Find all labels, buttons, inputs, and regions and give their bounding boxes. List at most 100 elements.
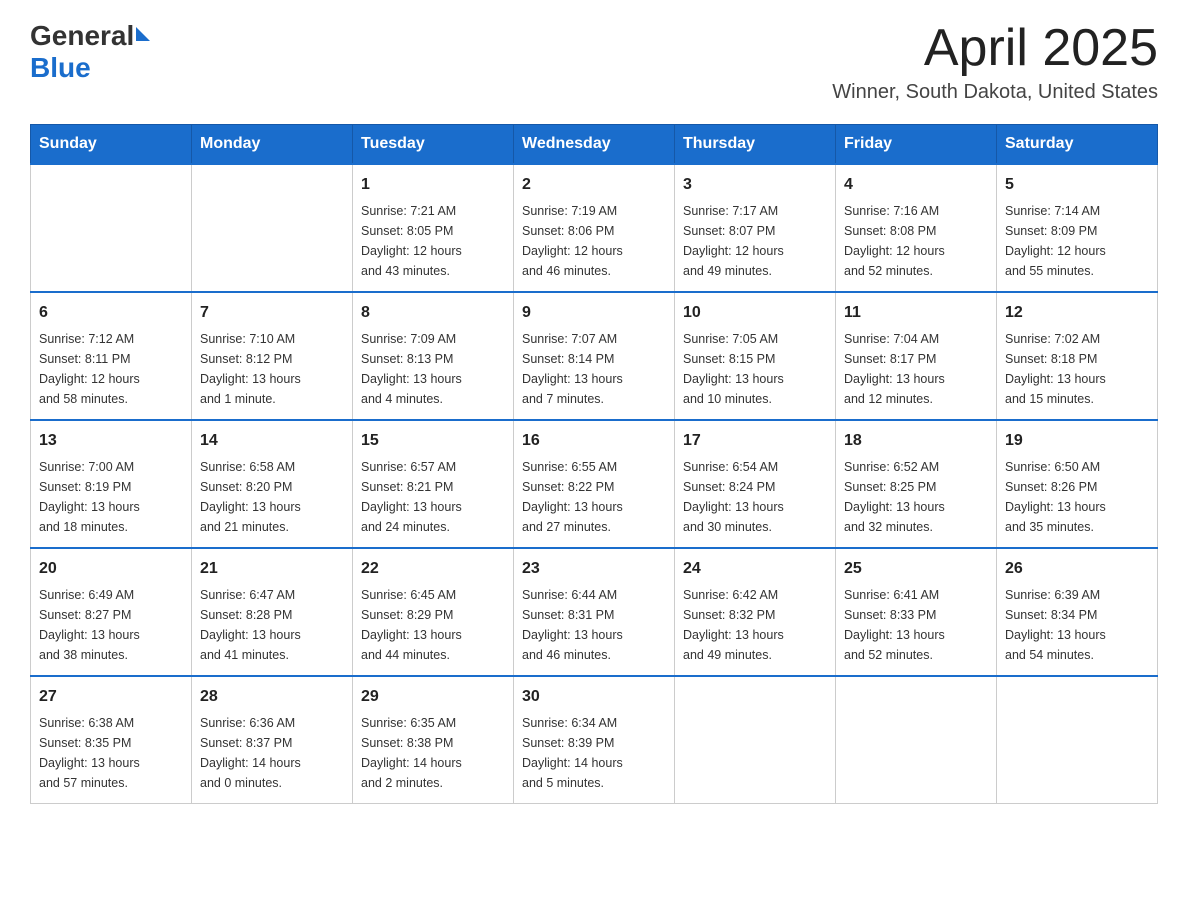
day-info: Sunrise: 6:34 AM Sunset: 8:39 PM Dayligh…	[522, 713, 666, 793]
day-number: 14	[200, 429, 344, 453]
calendar-week-row: 20 Sunrise: 6:49 AM Sunset: 8:27 PM Dayli…	[31, 548, 1158, 676]
day-info: Sunrise: 6:35 AM Sunset: 8:38 PM Dayligh…	[361, 713, 505, 793]
calendar-header-row: SundayMondayTuesdayWednesdayThursdayFrid…	[31, 125, 1158, 165]
day-number: 1	[361, 173, 505, 197]
day-info: Sunrise: 6:36 AM Sunset: 8:37 PM Dayligh…	[200, 713, 344, 793]
day-number: 18	[844, 429, 988, 453]
calendar-cell	[31, 164, 192, 292]
calendar-cell: 14 Sunrise: 6:58 AM Sunset: 8:20 PM Dayli…	[192, 420, 353, 548]
day-number: 25	[844, 557, 988, 581]
day-info: Sunrise: 6:41 AM Sunset: 8:33 PM Dayligh…	[844, 585, 988, 665]
calendar-week-row: 13Sunrise: 7:00 AM Sunset: 8:19 PM Dayli…	[31, 420, 1158, 548]
day-info: Sunrise: 6:39 AM Sunset: 8:34 PM Dayligh…	[1005, 585, 1149, 665]
column-header-wednesday: Wednesday	[514, 125, 675, 165]
day-info: Sunrise: 6:44 AM Sunset: 8:31 PM Dayligh…	[522, 585, 666, 665]
calendar-cell: 20 Sunrise: 6:49 AM Sunset: 8:27 PM Dayli…	[31, 548, 192, 676]
day-info: Sunrise: 7:02 AM Sunset: 8:18 PM Dayligh…	[1005, 329, 1149, 409]
logo-blue-text: Blue	[30, 52, 91, 84]
day-info: Sunrise: 6:52 AM Sunset: 8:25 PM Dayligh…	[844, 457, 988, 537]
day-number: 21	[200, 557, 344, 581]
day-number: 28	[200, 685, 344, 709]
day-info: Sunrise: 6:49 AM Sunset: 8:27 PM Dayligh…	[39, 585, 183, 665]
day-info: Sunrise: 6:47 AM Sunset: 8:28 PM Dayligh…	[200, 585, 344, 665]
calendar-cell: 2 Sunrise: 7:19 AM Sunset: 8:06 PM Daylig…	[514, 164, 675, 292]
day-number: 22	[361, 557, 505, 581]
day-info: Sunrise: 6:55 AM Sunset: 8:22 PM Dayligh…	[522, 457, 666, 537]
column-header-monday: Monday	[192, 125, 353, 165]
day-number: 10	[683, 301, 827, 325]
calendar-cell: 15 Sunrise: 6:57 AM Sunset: 8:21 PM Dayli…	[353, 420, 514, 548]
day-number: 2	[522, 173, 666, 197]
day-info: Sunrise: 6:45 AM Sunset: 8:29 PM Dayligh…	[361, 585, 505, 665]
month-title: April 2025	[832, 20, 1158, 77]
day-info: Sunrise: 7:12 AM Sunset: 8:11 PM Dayligh…	[39, 329, 183, 409]
day-number: 23	[522, 557, 666, 581]
day-info: Sunrise: 7:05 AM Sunset: 8:15 PM Dayligh…	[683, 329, 827, 409]
day-info: Sunrise: 7:07 AM Sunset: 8:14 PM Dayligh…	[522, 329, 666, 409]
day-number: 30	[522, 685, 666, 709]
calendar-cell: 13Sunrise: 7:00 AM Sunset: 8:19 PM Dayli…	[31, 420, 192, 548]
column-header-saturday: Saturday	[997, 125, 1158, 165]
day-number: 9	[522, 301, 666, 325]
day-info: Sunrise: 6:38 AM Sunset: 8:35 PM Dayligh…	[39, 713, 183, 793]
day-info: Sunrise: 7:00 AM Sunset: 8:19 PM Dayligh…	[39, 457, 183, 537]
day-number: 27	[39, 685, 183, 709]
calendar-cell: 21 Sunrise: 6:47 AM Sunset: 8:28 PM Dayli…	[192, 548, 353, 676]
calendar-cell: 11Sunrise: 7:04 AM Sunset: 8:17 PM Dayli…	[836, 292, 997, 420]
day-info: Sunrise: 7:19 AM Sunset: 8:06 PM Dayligh…	[522, 201, 666, 281]
day-number: 19	[1005, 429, 1149, 453]
day-info: Sunrise: 6:57 AM Sunset: 8:21 PM Dayligh…	[361, 457, 505, 537]
calendar-cell: 4 Sunrise: 7:16 AM Sunset: 8:08 PM Daylig…	[836, 164, 997, 292]
calendar-cell: 10 Sunrise: 7:05 AM Sunset: 8:15 PM Dayli…	[675, 292, 836, 420]
day-number: 8	[361, 301, 505, 325]
day-number: 26	[1005, 557, 1149, 581]
calendar-cell: 25 Sunrise: 6:41 AM Sunset: 8:33 PM Dayli…	[836, 548, 997, 676]
calendar-cell: 24Sunrise: 6:42 AM Sunset: 8:32 PM Dayli…	[675, 548, 836, 676]
day-number: 3	[683, 173, 827, 197]
calendar-week-row: 6Sunrise: 7:12 AM Sunset: 8:11 PM Daylig…	[31, 292, 1158, 420]
calendar-week-row: 27 Sunrise: 6:38 AM Sunset: 8:35 PM Dayli…	[31, 676, 1158, 804]
day-number: 29	[361, 685, 505, 709]
day-info: Sunrise: 7:17 AM Sunset: 8:07 PM Dayligh…	[683, 201, 827, 281]
column-header-friday: Friday	[836, 125, 997, 165]
calendar-cell: 30 Sunrise: 6:34 AM Sunset: 8:39 PM Dayli…	[514, 676, 675, 804]
column-header-sunday: Sunday	[31, 125, 192, 165]
day-info: Sunrise: 7:16 AM Sunset: 8:08 PM Dayligh…	[844, 201, 988, 281]
day-info: Sunrise: 7:14 AM Sunset: 8:09 PM Dayligh…	[1005, 201, 1149, 281]
day-info: Sunrise: 6:54 AM Sunset: 8:24 PM Dayligh…	[683, 457, 827, 537]
calendar-cell: 22 Sunrise: 6:45 AM Sunset: 8:29 PM Dayli…	[353, 548, 514, 676]
day-info: Sunrise: 7:21 AM Sunset: 8:05 PM Dayligh…	[361, 201, 505, 281]
column-header-tuesday: Tuesday	[353, 125, 514, 165]
day-number: 20	[39, 557, 183, 581]
calendar-cell: 12 Sunrise: 7:02 AM Sunset: 8:18 PM Dayli…	[997, 292, 1158, 420]
page-header: General Blue April 2025 Winner, South Da…	[30, 20, 1158, 104]
day-number: 15	[361, 429, 505, 453]
day-info: Sunrise: 7:10 AM Sunset: 8:12 PM Dayligh…	[200, 329, 344, 409]
calendar-cell: 16 Sunrise: 6:55 AM Sunset: 8:22 PM Dayli…	[514, 420, 675, 548]
day-number: 16	[522, 429, 666, 453]
logo-triangle-icon	[136, 27, 150, 41]
day-number: 12	[1005, 301, 1149, 325]
day-number: 7	[200, 301, 344, 325]
calendar-cell	[836, 676, 997, 804]
calendar-cell: 27 Sunrise: 6:38 AM Sunset: 8:35 PM Dayli…	[31, 676, 192, 804]
calendar-cell: 28 Sunrise: 6:36 AM Sunset: 8:37 PM Dayli…	[192, 676, 353, 804]
calendar-cell	[192, 164, 353, 292]
day-number: 4	[844, 173, 988, 197]
calendar-cell	[997, 676, 1158, 804]
calendar-week-row: 1 Sunrise: 7:21 AM Sunset: 8:05 PM Daylig…	[31, 164, 1158, 292]
logo-general-text: General	[30, 20, 134, 52]
calendar-table: SundayMondayTuesdayWednesdayThursdayFrid…	[30, 124, 1158, 804]
day-info: Sunrise: 6:50 AM Sunset: 8:26 PM Dayligh…	[1005, 457, 1149, 537]
calendar-cell: 5Sunrise: 7:14 AM Sunset: 8:09 PM Daylig…	[997, 164, 1158, 292]
calendar-cell: 3 Sunrise: 7:17 AM Sunset: 8:07 PM Daylig…	[675, 164, 836, 292]
calendar-cell: 1 Sunrise: 7:21 AM Sunset: 8:05 PM Daylig…	[353, 164, 514, 292]
location-title: Winner, South Dakota, United States	[832, 81, 1158, 104]
calendar-cell: 6Sunrise: 7:12 AM Sunset: 8:11 PM Daylig…	[31, 292, 192, 420]
title-block: April 2025 Winner, South Dakota, United …	[832, 20, 1158, 104]
day-info: Sunrise: 7:09 AM Sunset: 8:13 PM Dayligh…	[361, 329, 505, 409]
day-info: Sunrise: 6:58 AM Sunset: 8:20 PM Dayligh…	[200, 457, 344, 537]
day-info: Sunrise: 6:42 AM Sunset: 8:32 PM Dayligh…	[683, 585, 827, 665]
logo: General Blue	[30, 20, 150, 84]
calendar-cell: 23 Sunrise: 6:44 AM Sunset: 8:31 PM Dayli…	[514, 548, 675, 676]
